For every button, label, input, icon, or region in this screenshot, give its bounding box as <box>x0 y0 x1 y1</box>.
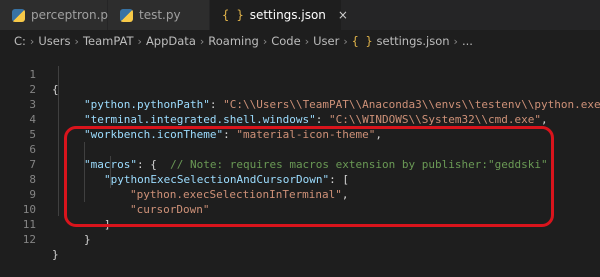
code-line: 11 } <box>0 202 91 246</box>
code-line: 4 "workbench.iconTheme": "material-icon-… <box>0 97 382 141</box>
breadcrumb-item[interactable]: User <box>313 34 339 48</box>
json-punct: , <box>540 113 548 126</box>
json-braces-icon: { } <box>222 8 244 22</box>
code-line: 3 "terminal.integrated.shell.windows": "… <box>0 82 547 126</box>
breadcrumb-item[interactable]: Users <box>38 34 70 48</box>
tab-settings-json[interactable]: { } settings.json × <box>210 0 348 30</box>
breadcrumb: C: › Users › TeamPAT › AppData › Roaming… <box>0 30 600 52</box>
breadcrumb-item[interactable]: TeamPAT <box>83 34 134 48</box>
chevron-right-icon: › <box>453 34 458 48</box>
breadcrumb-item[interactable]: Roaming <box>208 34 259 48</box>
chevron-right-icon: › <box>199 34 205 48</box>
code-line: 10 ] <box>0 187 111 231</box>
python-file-icon <box>12 8 25 22</box>
code-line: 2 "python.pythonPath": "C:\\Users\\TeamP… <box>0 67 600 111</box>
code-line: 1 { <box>0 52 58 96</box>
close-icon[interactable]: × <box>338 8 348 22</box>
code-text: "terminal.integrated.shell.windows": "C:… <box>84 112 548 127</box>
code-text: } <box>52 248 59 261</box>
breadcrumb-item[interactable]: C: <box>14 34 26 48</box>
chevron-right-icon: › <box>262 34 268 48</box>
code-line: 12 } <box>0 217 59 261</box>
chevron-right-icon: › <box>343 34 348 48</box>
json-braces-icon: { } <box>351 34 373 48</box>
chevron-right-icon: › <box>29 34 35 48</box>
code-text: { <box>52 83 59 96</box>
breadcrumb-item[interactable]: ... <box>462 34 473 48</box>
chevron-right-icon: › <box>137 34 142 48</box>
json-key: "python.pythonPath" <box>84 98 210 111</box>
json-punct: : <box>315 113 330 126</box>
code-line: 6 "macros": { // Note: requires macros e… <box>0 127 547 171</box>
breadcrumb-item[interactable]: AppData <box>146 34 196 48</box>
chevron-right-icon: › <box>74 34 79 48</box>
code-line: 5 <box>0 112 36 141</box>
tab-test-py[interactable]: test.py <box>108 0 210 30</box>
tab-bar: perceptron.py test.py { } settings.json … <box>0 0 600 30</box>
json-key: "terminal.integrated.shell.windows" <box>84 113 316 126</box>
tab-label: settings.json <box>249 8 326 22</box>
code-text: "python.pythonPath": "C:\\Users\\TeamPAT… <box>84 97 600 112</box>
code-line: 8 "python.execSelectionInTerminal", <box>0 157 348 201</box>
highlight-annotation-box <box>64 126 554 227</box>
json-string: "C:\\WINDOWS\\System32\\cmd.exe" <box>329 113 541 126</box>
tab-label: perceptron.py <box>31 8 116 22</box>
chevron-right-icon: › <box>304 34 310 48</box>
tab-perceptron-py[interactable]: perceptron.py <box>0 0 115 30</box>
breadcrumb-item[interactable]: Code <box>271 34 300 48</box>
tab-label: test.py <box>139 8 181 22</box>
json-string: "C:\\Users\\TeamPAT\\Anaconda3\\envs\\te… <box>223 98 600 111</box>
code-line: 9 "cursorDown" <box>0 172 209 216</box>
breadcrumb-item[interactable]: settings.json <box>377 34 450 48</box>
python-file-icon <box>120 8 133 22</box>
code-line: 7 "pythonExecSelectionAndCursorDown": [ <box>0 142 349 186</box>
json-punct: : <box>209 98 224 111</box>
